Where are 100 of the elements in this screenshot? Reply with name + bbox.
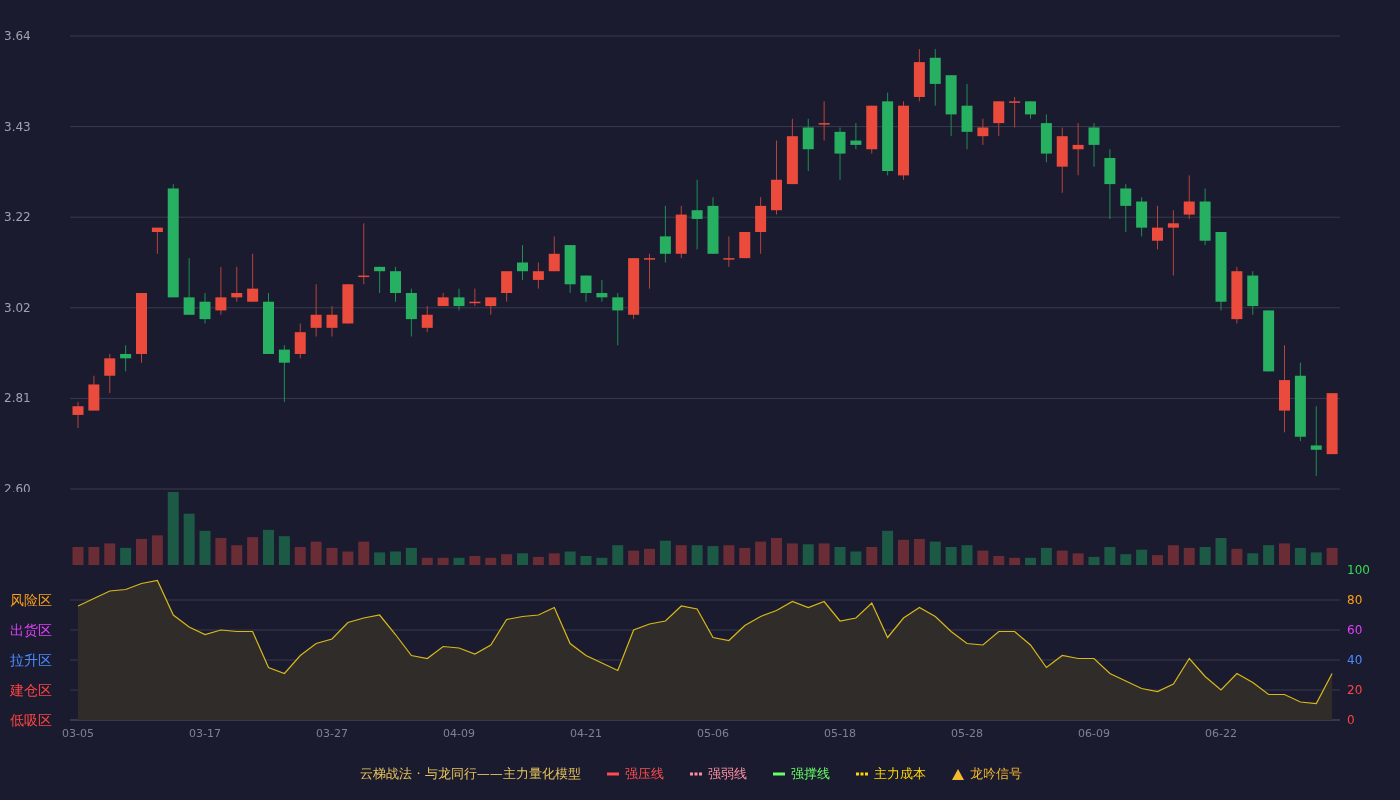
candlestick xyxy=(532,262,544,290)
candlestick xyxy=(818,100,830,142)
candlestick xyxy=(1326,392,1338,455)
candlestick xyxy=(215,266,227,316)
axis-label: 04-09 xyxy=(443,727,475,740)
axis-label: 04-21 xyxy=(570,727,602,740)
axis-label: 06-22 xyxy=(1205,727,1237,740)
candlestick xyxy=(659,205,671,263)
candlestick xyxy=(1072,122,1084,176)
candlestick xyxy=(405,288,417,338)
candlestick xyxy=(247,253,259,303)
candlestick xyxy=(1167,209,1179,277)
axis-label: 20 xyxy=(1347,683,1363,697)
zone-label: 出货区 xyxy=(10,622,52,638)
candlestick xyxy=(1183,174,1195,220)
axis-label: 2.81 xyxy=(4,391,31,406)
axis-label: 3.02 xyxy=(4,300,31,315)
candlestick xyxy=(390,266,401,303)
candlestick xyxy=(1136,196,1148,237)
candlestick xyxy=(469,288,481,307)
candlestick xyxy=(913,48,925,102)
zone-label: 拉升区 xyxy=(10,652,52,668)
candlestick xyxy=(596,279,608,303)
zone-label: 低吸区 xyxy=(10,712,52,728)
candlestick xyxy=(120,344,132,372)
candlestick xyxy=(1231,266,1243,324)
axis-label: 03-27 xyxy=(316,727,348,740)
candlestick xyxy=(1310,405,1322,477)
candlestick xyxy=(88,375,100,412)
axis-label: 0 xyxy=(1347,713,1355,727)
candlestick xyxy=(1009,96,1021,128)
candlestick xyxy=(1199,187,1211,246)
candlestick xyxy=(294,323,306,359)
axis-label: 06-09 xyxy=(1078,727,1110,740)
candlestick xyxy=(231,266,243,303)
legend-label: 强压线 xyxy=(624,765,664,783)
candlestick xyxy=(802,118,814,172)
candlestick xyxy=(72,401,84,429)
legend-label: 主力成本 xyxy=(873,765,926,783)
candlestick xyxy=(485,296,497,316)
axis-label: 3.22 xyxy=(4,210,31,225)
axis-label: 05-18 xyxy=(824,727,856,740)
candlestick xyxy=(1088,122,1100,168)
axis-label: 3.64 xyxy=(4,29,31,43)
candlestick xyxy=(263,292,274,355)
candlestick xyxy=(977,118,989,146)
axis-label: 40 xyxy=(1347,653,1363,667)
candlestick xyxy=(644,253,655,290)
candlestick xyxy=(199,292,211,324)
axis-label: 3.43 xyxy=(4,119,31,134)
candlestick xyxy=(421,305,433,333)
candlestick xyxy=(755,196,767,255)
candlestick xyxy=(501,270,513,303)
axis-label: 05-06 xyxy=(697,727,729,740)
candlestick xyxy=(993,100,1005,137)
candlestick xyxy=(342,283,354,324)
candlestick xyxy=(834,126,846,181)
axis-label: 05-28 xyxy=(951,727,983,740)
candlestick xyxy=(1025,100,1036,120)
candlestick xyxy=(136,292,147,364)
candlestick xyxy=(564,244,576,294)
axis-label: 100 xyxy=(1347,565,1370,577)
candlestick xyxy=(628,257,640,320)
candlestick xyxy=(278,344,290,403)
candlestick xyxy=(961,83,973,150)
candlestick xyxy=(675,205,687,259)
candlestick xyxy=(1247,270,1259,316)
candlestick xyxy=(945,74,957,137)
axis-label: 80 xyxy=(1347,593,1363,607)
candlestick xyxy=(104,353,116,394)
legend-label: 龙吟信号 xyxy=(969,765,1022,783)
candlestick xyxy=(183,257,195,316)
zone-label: 风险区 xyxy=(10,592,52,608)
candlestick xyxy=(548,235,560,272)
candlestick xyxy=(1120,183,1132,233)
candlestick xyxy=(326,305,338,338)
candlestick xyxy=(1152,205,1163,250)
axis-label: 03-05 xyxy=(62,727,94,740)
axis-label: 03-17 xyxy=(189,727,221,740)
legend-label: 强撑线 xyxy=(790,765,830,783)
candlestick xyxy=(310,283,322,338)
candlestick xyxy=(453,288,465,311)
candlestick xyxy=(437,292,449,307)
candlestick xyxy=(151,227,163,255)
candlestick xyxy=(786,118,798,185)
candlestick xyxy=(1263,309,1275,372)
candlestick xyxy=(707,196,719,255)
candlestick xyxy=(739,231,751,259)
zone-label: 建仓区 xyxy=(10,682,52,698)
candlestick xyxy=(929,48,941,107)
axis-label: 60 xyxy=(1347,623,1363,637)
candlestick xyxy=(374,266,386,294)
candlestick xyxy=(691,179,703,250)
candlestick xyxy=(850,122,862,150)
legend-title: 云梯战法 · 与龙同行——主力量化模型 xyxy=(360,765,581,783)
candlestick xyxy=(1040,113,1052,163)
candlestick xyxy=(1056,126,1068,194)
candlestick xyxy=(1104,148,1116,220)
candlestick xyxy=(517,244,528,281)
candlestick xyxy=(612,292,624,346)
